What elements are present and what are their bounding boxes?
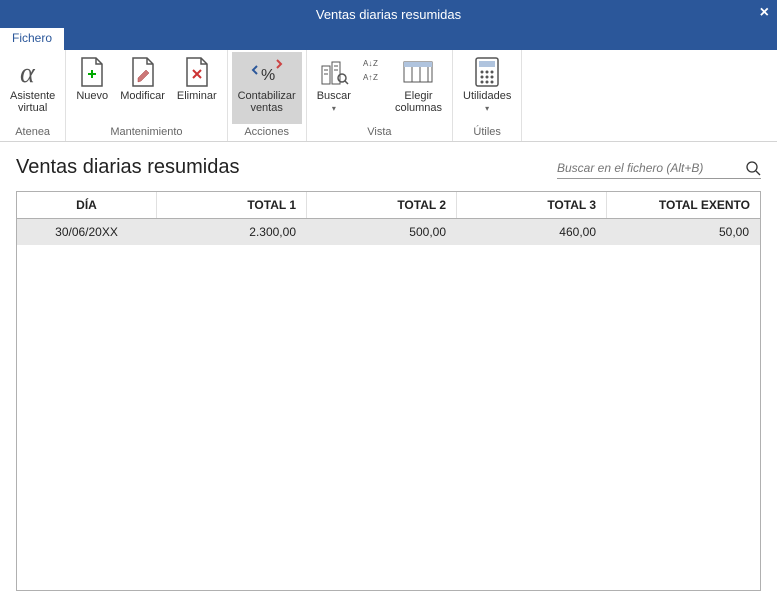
percent-arrows-icon: %	[251, 56, 283, 88]
col-header-total1[interactable]: TOTAL 1	[157, 192, 307, 218]
buscar-label: Buscar	[317, 90, 351, 102]
sort-az-icon: A↓ A↑ZZ	[363, 56, 383, 88]
col-header-exento[interactable]: TOTAL EXENTO	[607, 192, 760, 218]
group-label-utiles: Útiles	[457, 124, 517, 141]
titlebar: Ventas diarias resumidas ×	[0, 0, 777, 28]
grid-header: DÍA TOTAL 1 TOTAL 2 TOTAL 3 TOTAL EXENTO	[17, 192, 760, 219]
utilidades-button[interactable]: Utilidades ▾	[457, 52, 517, 124]
modificar-button[interactable]: Modificar	[114, 52, 171, 124]
cell-total1: 2.300,00	[157, 219, 307, 245]
chevron-down-icon: ▾	[485, 103, 489, 115]
search-input[interactable]	[557, 161, 737, 175]
data-grid: DÍA TOTAL 1 TOTAL 2 TOTAL 3 TOTAL EXENTO…	[16, 191, 761, 591]
utilidades-label: Utilidades	[463, 90, 511, 102]
chevron-down-icon: ▾	[332, 103, 336, 115]
window-title: Ventas diarias resumidas	[316, 7, 461, 22]
group-label-acciones: Acciones	[232, 124, 302, 141]
asistente-label-2: virtual	[18, 102, 47, 114]
ribbon-group-atenea: α Asistente virtual Atenea	[0, 50, 66, 141]
svg-text:Z: Z	[373, 59, 378, 68]
eliminar-label: Eliminar	[177, 90, 217, 102]
tabstrip: Fichero	[0, 28, 777, 50]
svg-text:α: α	[20, 58, 36, 88]
tab-fichero[interactable]: Fichero	[0, 28, 64, 50]
contabilizar-ventas-button[interactable]: % Contabilizar ventas	[232, 52, 302, 124]
search-icon[interactable]	[745, 160, 761, 176]
nuevo-label: Nuevo	[76, 90, 108, 102]
table-row[interactable]: 30/06/20XX 2.300,00 500,00 460,00 50,00	[17, 219, 760, 245]
alpha-icon: α	[17, 56, 49, 88]
ribbon: α Asistente virtual Atenea Nuevo	[0, 50, 777, 142]
contabilizar-label-1: Contabilizar	[238, 90, 296, 102]
svg-text:%: %	[261, 67, 275, 84]
buildings-search-icon	[318, 56, 350, 88]
nuevo-button[interactable]: Nuevo	[70, 52, 114, 124]
cell-dia: 30/06/20XX	[17, 219, 157, 245]
modificar-label: Modificar	[120, 90, 165, 102]
elegir-columnas-button[interactable]: Elegir columnas	[389, 52, 448, 124]
cell-exento: 50,00	[607, 219, 760, 245]
content-area: Ventas diarias resumidas DÍA TOTAL 1 TOT…	[0, 142, 777, 601]
col-header-total3[interactable]: TOTAL 3	[457, 192, 607, 218]
document-delete-icon	[181, 56, 213, 88]
group-label-atenea: Atenea	[4, 124, 61, 141]
svg-text:A↓: A↓	[363, 59, 372, 68]
document-new-icon	[76, 56, 108, 88]
group-label-mantenimiento: Mantenimiento	[70, 124, 222, 141]
page-title: Ventas diarias resumidas	[16, 156, 239, 179]
calculator-icon	[471, 56, 503, 88]
cell-total3: 460,00	[457, 219, 607, 245]
columns-icon	[402, 56, 434, 88]
ribbon-group-utiles: Utilidades ▾ Útiles	[453, 50, 522, 141]
document-edit-icon	[127, 56, 159, 88]
contabilizar-label-2: ventas	[250, 102, 282, 114]
eliminar-button[interactable]: Eliminar	[171, 52, 223, 124]
col-header-total2[interactable]: TOTAL 2	[307, 192, 457, 218]
asistente-label-1: Asistente	[10, 90, 55, 102]
svg-text:Z: Z	[373, 73, 378, 82]
ribbon-group-mantenimiento: Nuevo Modificar Eliminar Mantenimiento	[66, 50, 227, 141]
group-label-vista: Vista	[311, 124, 448, 141]
elegir-label-2: columnas	[395, 102, 442, 114]
elegir-label-1: Elegir	[404, 90, 432, 102]
asistente-virtual-button[interactable]: α Asistente virtual	[4, 52, 61, 124]
sort-az-button[interactable]: A↓ A↑ZZ	[357, 52, 389, 124]
ribbon-group-acciones: % Contabilizar ventas Acciones	[228, 50, 307, 141]
close-icon[interactable]: ×	[760, 4, 769, 22]
buscar-button[interactable]: Buscar ▾	[311, 52, 357, 124]
searchbox[interactable]	[557, 160, 761, 179]
ribbon-group-vista: Buscar ▾ A↓ A↑ZZ Elegir columnas Vista	[307, 50, 453, 141]
cell-total2: 500,00	[307, 219, 457, 245]
svg-text:A↑: A↑	[363, 73, 372, 82]
col-header-dia[interactable]: DÍA	[17, 192, 157, 218]
